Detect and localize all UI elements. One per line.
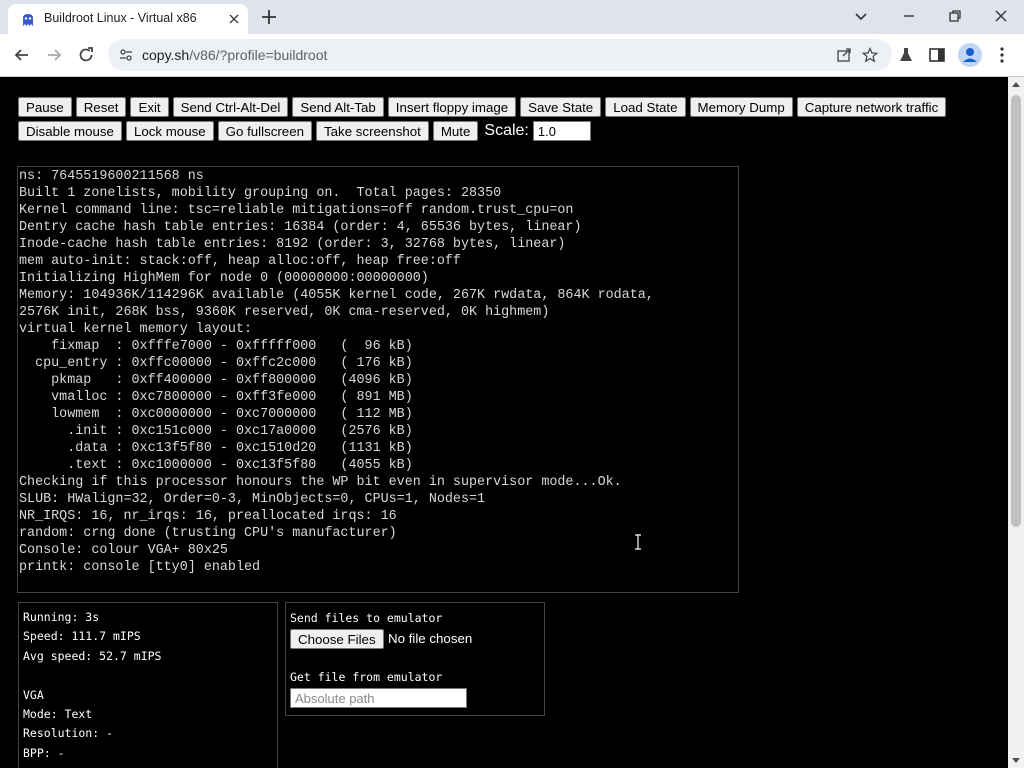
emulator-controls-row-1: Pause Reset Exit Send Ctrl-Alt-Del Send … [18,97,947,117]
console-line: random: crng done (trusting CPU's manufa… [19,526,397,541]
console-line: SLUB: HWalign=32, Order=0-3, MinObjects=… [19,492,486,507]
send-files-label: Send files to emulator [290,611,443,625]
page-scrollbar[interactable] [1008,77,1024,768]
url-text: copy.sh/v86/?profile=buildroot [142,47,328,63]
share-icon[interactable] [836,47,852,63]
tab-title: Buildroot Linux - Virtual x86 [44,11,197,25]
console-line: .text : 0xc1000000 - 0xc13f5f80 (4055 kB… [19,458,413,473]
get-file-label: Get file from emulator [290,670,443,684]
fullscreen-button[interactable]: Go fullscreen [217,121,312,141]
page-content: Pause Reset Exit Send Ctrl-Alt-Del Send … [0,77,1008,768]
console-line: pkmap : 0xff400000 - 0xff800000 (4096 kB… [19,373,413,388]
console-line: Console: colour VGA+ 80x25 [19,543,228,558]
send-ctrl-alt-del-button[interactable]: Send Ctrl-Alt-Del [172,97,289,117]
console-line: Initializing HighMem for node 0 (0000000… [19,271,429,286]
v86-favicon-icon [23,14,33,26]
stats-line: Running: 3s [23,610,100,624]
console-line: printk: console [tty0] enabled [19,560,261,575]
pause-button[interactable]: Pause [18,97,72,117]
console-line: ns: 7645519600211568 ns [19,169,204,184]
stats-line: VGA [23,687,44,702]
stats-line: Avg speed: 52.7 mIPS [23,648,162,663]
insert-floppy-button[interactable]: Insert floppy image [387,97,517,117]
scale-input[interactable] [532,121,591,141]
console-line: .data : 0xc13f5f80 - 0xc1510d20 (1131 kB… [19,441,413,456]
console-line: mem auto-init: stack:off, heap alloc:off… [19,254,461,269]
emulator-stats-panel: Running: 3s Speed: 111.7 mIPS Avg speed: 5… [18,602,278,768]
file-transfer-panel: Send files to emulator Choose Files No f… [285,602,545,716]
forward-arrow-icon[interactable] [44,45,64,65]
console-line: Inode-cache hash table entries: 8192 (or… [19,237,566,252]
person-icon [963,48,977,62]
memory-dump-button[interactable]: Memory Dump [689,97,793,117]
bookmark-star-icon[interactable] [862,47,878,63]
reload-icon[interactable] [76,45,96,65]
exit-button[interactable]: Exit [130,97,169,117]
scroll-up-arrow-icon[interactable] [1012,82,1020,87]
stats-line: BPP: - [23,745,65,760]
console-line: 2576K init, 268K bss, 9360K reserved, 0K… [19,305,550,320]
console-line: Memory: 104936K/114296K available (4055K… [19,288,654,303]
console-line: .init : 0xc151c000 - 0xc17a0000 (2576 kB… [19,424,413,439]
tab-strip: Buildroot Linux - Virtual x86 [0,0,1024,34]
save-state-button[interactable]: Save State [520,97,602,117]
site-settings-icon[interactable] [118,47,134,63]
minimize-icon[interactable] [899,6,919,26]
scale-label: Scale: [484,122,529,139]
disable-mouse-button[interactable]: Disable mouse [18,121,122,141]
console-line: Kernel command line: tsc=reliable mitiga… [19,203,574,218]
close-tab-icon[interactable] [226,11,242,27]
chevron-down-icon[interactable] [851,6,871,26]
close-window-icon[interactable] [991,6,1011,26]
menu-dots-icon[interactable] [992,45,1012,65]
no-file-chosen-text: No file chosen [388,631,473,646]
load-state-button[interactable]: Load State [605,97,686,117]
scrollbar-thumb[interactable] [1011,95,1021,527]
screenshot-button[interactable]: Take screenshot [316,121,429,141]
stats-line: Speed: 111.7 mIPS [23,629,141,644]
mute-button[interactable]: Mute [432,121,479,141]
stats-line [23,666,277,685]
absolute-path-input[interactable] [290,688,467,708]
stats-line: Resolution: - [23,726,114,741]
restore-icon[interactable] [945,6,965,26]
new-tab-icon[interactable] [259,7,279,27]
profile-avatar[interactable] [958,43,982,67]
send-alt-tab-button[interactable]: Send Alt-Tab [292,97,384,117]
console-line: vmalloc : 0xc7800000 - 0xff3fe000 ( 891 … [19,390,413,405]
emulator-controls-row-2: Disable mouse Lock mouse Go fullscreen T… [18,121,591,141]
console-line: Dentry cache hash table entries: 16384 (… [19,220,582,235]
emulator-screen[interactable]: ns: 7645519600211568 ns Built 1 zonelists… [17,166,739,593]
text-cursor-icon [635,534,641,550]
stats-line: Mode: Text [23,707,93,722]
address-bar[interactable]: copy.sh/v86/?profile=buildroot [108,39,892,71]
back-arrow-icon[interactable] [12,45,32,65]
choose-files-button[interactable]: Choose Files [290,629,384,649]
lock-mouse-button[interactable]: Lock mouse [125,121,214,141]
browser-tab[interactable]: Buildroot Linux - Virtual x86 [8,4,248,34]
reset-button[interactable]: Reset [75,97,127,117]
side-panel-icon[interactable] [927,45,947,65]
console-line: Built 1 zonelists, mobility grouping on.… [19,186,502,201]
console-line: NR_IRQS: 16, nr_irqs: 16, preallocated i… [19,509,397,524]
capture-network-button[interactable]: Capture network traffic [796,97,947,117]
scroll-down-arrow-icon[interactable] [1012,758,1020,763]
console-line: fixmap : 0xfffe7000 - 0xfffff000 ( 96 kB… [19,339,413,354]
console-output: ns: 7645519600211568 ns Built 1 zonelists… [18,167,738,576]
console-line: Checking if this processor honours the W… [19,475,622,490]
console-line: lowmem : 0xc0000000 - 0xc7000000 ( 112 M… [19,407,413,422]
console-line: virtual kernel memory layout: [19,322,253,337]
console-line: cpu_entry : 0xffc00000 - 0xffc2c000 ( 17… [19,356,413,371]
extension-flask-icon[interactable] [896,45,916,65]
browser-toolbar: copy.sh/v86/?profile=buildroot [0,34,1024,76]
